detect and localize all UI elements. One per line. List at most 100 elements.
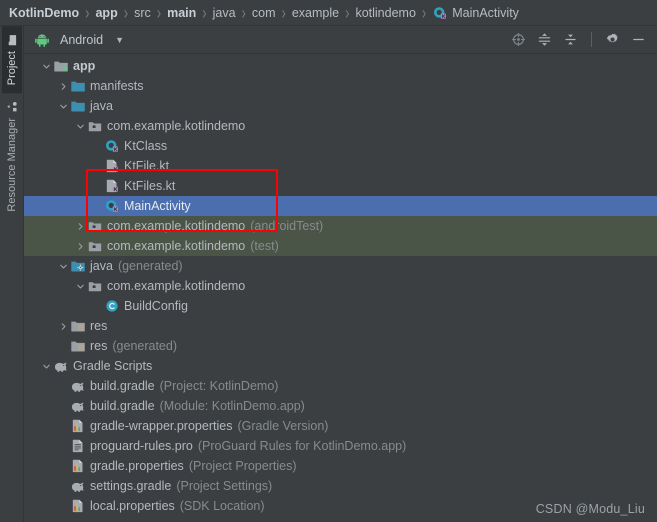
watermark-text: CSDN @Modu_Liu xyxy=(535,502,645,516)
chevron-down-icon[interactable] xyxy=(40,362,53,371)
tree-row[interactable]: res (generated) xyxy=(24,336,657,356)
project-view-selector[interactable]: Android ▼ xyxy=(34,32,124,48)
breadcrumb-separator: › xyxy=(156,1,162,24)
breadcrumb-item-kotlindemo[interactable]: kotlindemo xyxy=(355,6,415,20)
tree-row[interactable]: com.example.kotlindemo xyxy=(24,276,657,296)
tree-row[interactable]: KtFile.kt xyxy=(24,156,657,176)
properties-file-icon xyxy=(70,498,86,514)
chevron-down-icon[interactable] xyxy=(57,262,70,271)
tree-row-label: com.example.kotlindemo xyxy=(107,119,246,133)
chevron-down-icon[interactable] xyxy=(40,62,53,71)
tree-row-label: KtFiles.kt xyxy=(124,179,176,193)
breadcrumb-label: src xyxy=(134,5,151,20)
tree-row[interactable]: manifests xyxy=(24,76,657,96)
tree-row[interactable]: com.example.kotlindemo xyxy=(24,116,657,136)
tree-row-label: app xyxy=(73,59,96,73)
android-robot-icon xyxy=(34,32,50,48)
gradle-elephant-icon xyxy=(70,478,86,494)
tree-row[interactable]: java xyxy=(24,96,657,116)
breadcrumb-item-kotlindemo[interactable]: KotlinDemo xyxy=(9,6,79,20)
collapse-all-icon[interactable] xyxy=(563,32,578,47)
panel-action-icons xyxy=(511,32,651,47)
gradle-elephant-icon xyxy=(70,378,86,394)
tree-row-sublabel: (Gradle Version) xyxy=(237,419,329,433)
chevron-down-icon[interactable]: ▼ xyxy=(115,35,124,45)
tree-row-label: res xyxy=(90,319,108,333)
breadcrumb-item-mainactivity[interactable]: MainActivity xyxy=(432,5,519,21)
tree-row-label: java xyxy=(90,99,113,113)
breadcrumb-item-example[interactable]: example xyxy=(292,6,339,20)
toolwindow-tab-project[interactable]: Project xyxy=(1,26,22,94)
tree-row[interactable]: settings.gradle (Project Settings) xyxy=(24,476,657,496)
chevron-down-icon[interactable] xyxy=(74,282,87,291)
package-folder-icon xyxy=(87,238,103,254)
toolwindow-tab-label: Resource Manager xyxy=(5,118,18,212)
kotlin-file-icon xyxy=(104,178,120,194)
tree-row-sublabel: (Project: KotlinDemo) xyxy=(159,379,279,393)
expand-all-icon[interactable] xyxy=(537,32,552,47)
tree-row[interactable]: MainActivity xyxy=(24,196,657,216)
tree-row-label: Gradle Scripts xyxy=(73,359,153,373)
chevron-right-icon[interactable] xyxy=(57,322,70,331)
settings-gear-icon[interactable] xyxy=(605,32,620,47)
locate-in-tree-icon[interactable] xyxy=(511,32,526,47)
tree-row[interactable]: com.example.kotlindemo (test) xyxy=(24,236,657,256)
chevron-right-icon[interactable] xyxy=(74,242,87,251)
tree-row-sublabel: (ProGuard Rules for KotlinDemo.app) xyxy=(197,439,407,453)
tree-row-label: res xyxy=(90,339,108,353)
package-folder-icon xyxy=(87,278,103,294)
tree-row[interactable]: build.gradle (Project: KotlinDemo) xyxy=(24,376,657,396)
left-toolwindow-strip: Project Resource Manager xyxy=(0,26,24,522)
tree-row[interactable]: java (generated) xyxy=(24,256,657,276)
tree-row[interactable]: build.gradle (Module: KotlinDemo.app) xyxy=(24,396,657,416)
folder-generated-icon xyxy=(70,258,86,274)
tree-row[interactable]: Gradle Scripts xyxy=(24,356,657,376)
minimize-icon[interactable] xyxy=(631,32,646,47)
chevron-down-icon[interactable] xyxy=(74,122,87,131)
tree-row[interactable]: app xyxy=(24,56,657,76)
tree-row[interactable]: gradle-wrapper.properties (Gradle Version… xyxy=(24,416,657,436)
window-body: Project Resource Manager Android ▼ app m… xyxy=(0,26,657,522)
tree-row-label: gradle.properties xyxy=(90,459,184,473)
tree-row[interactable]: KtClass xyxy=(24,136,657,156)
tree-row-label: BuildConfig xyxy=(124,299,188,313)
breadcrumb-separator: › xyxy=(421,1,427,24)
tree-row-sublabel: (Project Settings) xyxy=(176,479,273,493)
breadcrumb-item-java[interactable]: java xyxy=(213,6,236,20)
resource-icon xyxy=(6,101,18,113)
breadcrumb-item-main[interactable]: main xyxy=(167,6,196,20)
tree-row[interactable]: com.example.kotlindemo (androidTest) xyxy=(24,216,657,236)
breadcrumb-label: KotlinDemo xyxy=(9,5,80,20)
chevron-right-icon[interactable] xyxy=(57,82,70,91)
breadcrumb-item-app[interactable]: app xyxy=(95,6,117,20)
tree-row-sublabel: (SDK Location) xyxy=(179,499,265,513)
tree-row[interactable]: KtFiles.kt xyxy=(24,176,657,196)
breadcrumb-label: MainActivity xyxy=(452,5,519,20)
toolwindow-tab-resource-manager[interactable]: Resource Manager xyxy=(2,93,22,220)
chevron-down-icon[interactable] xyxy=(57,102,70,111)
tree-row-label: manifests xyxy=(90,79,144,93)
tree-row[interactable]: gradle.properties (Project Properties) xyxy=(24,456,657,476)
breadcrumb-item-src[interactable]: src xyxy=(134,6,151,20)
tree-row-label: proguard-rules.pro xyxy=(90,439,193,453)
tree-row-label: com.example.kotlindemo xyxy=(107,239,246,253)
chevron-right-icon[interactable] xyxy=(74,222,87,231)
tree-row-label: local.properties xyxy=(90,499,175,513)
package-folder-icon xyxy=(87,118,103,134)
breadcrumb-separator: › xyxy=(202,1,207,24)
kotlin-file-icon xyxy=(104,158,120,174)
kotlin-class-icon xyxy=(432,5,448,21)
tree-row-sublabel: (Project Properties) xyxy=(188,459,297,473)
kotlin-class-icon xyxy=(104,138,120,154)
toolbar-divider xyxy=(591,32,592,47)
tree-row[interactable]: proguard-rules.pro (ProGuard Rules for Ko… xyxy=(24,436,657,456)
breadcrumb-label: kotlindemo xyxy=(355,5,416,20)
tree-row[interactable]: res xyxy=(24,316,657,336)
breadcrumb-item-com[interactable]: com xyxy=(252,6,276,20)
tree-row-label: gradle-wrapper.properties xyxy=(90,419,233,433)
tree-row[interactable]: BuildConfig xyxy=(24,296,657,316)
breadcrumb-separator: › xyxy=(123,1,129,24)
project-tree[interactable]: app manifests java com.example.kotlindemo Kt… xyxy=(24,54,657,522)
project-tool-window: Android ▼ app manifests java com.example… xyxy=(24,26,657,522)
tree-row-label: com.example.kotlindemo xyxy=(107,279,246,293)
